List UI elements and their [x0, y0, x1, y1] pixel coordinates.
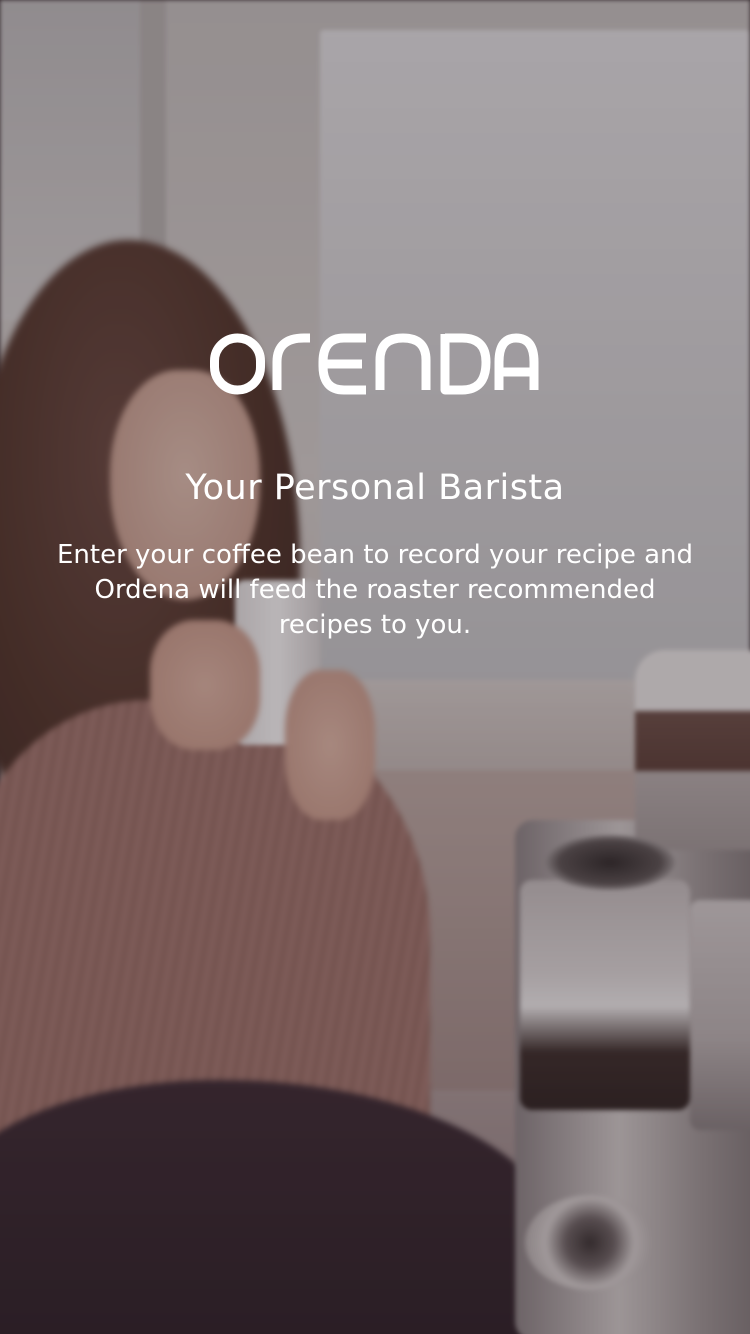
orenda-wordmark-icon — [0, 322, 750, 402]
splash-screen: Your Personal Barista Enter your coffee … — [0, 0, 750, 1334]
tagline: Your Personal Barista — [185, 468, 565, 508]
description-text: Enter your coffee bean to record your re… — [56, 540, 694, 640]
splash-content: Your Personal Barista Enter your coffee … — [0, 0, 750, 1334]
